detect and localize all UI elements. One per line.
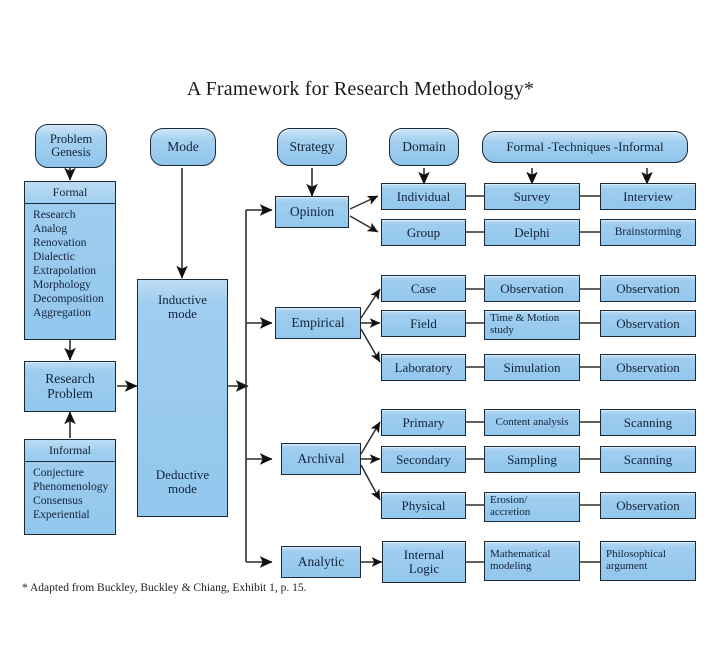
technique-observation-field: Observation <box>600 310 696 337</box>
technique-simulation: Simulation <box>484 354 580 381</box>
domain-primary: Primary <box>381 409 466 436</box>
inductive-line1: Inductive <box>157 292 208 307</box>
technique-mathematical-modeling: Mathematical modeling <box>484 541 580 581</box>
technique-philosophical-line2: argument <box>606 560 648 572</box>
header-mode: Mode <box>150 128 216 166</box>
formal-item: Research <box>33 208 76 221</box>
strategy-empirical: Empirical <box>275 307 361 339</box>
informal-item: Phenomenology <box>33 480 109 494</box>
technique-delphi: Delphi <box>484 219 580 246</box>
deductive-label: Deductive mode <box>138 467 227 497</box>
strategy-archival: Archival <box>281 443 361 475</box>
inductive-label: Inductive mode <box>138 292 227 322</box>
technique-scanning-secondary: Scanning <box>600 446 696 473</box>
formal-genesis-items: Research Analog Renovation Dialectic Ext… <box>25 204 115 339</box>
domain-secondary: Secondary <box>381 446 466 473</box>
header-domain: Domain <box>389 128 459 166</box>
mode-box: Inductive mode Deductive mode <box>137 279 228 517</box>
domain-laboratory: Laboratory <box>381 354 466 381</box>
header-problem-genesis-line1: Problem <box>49 131 93 146</box>
research-problem-line2: Problem <box>47 385 93 401</box>
domain-field: Field <box>381 310 466 337</box>
formal-item: Morphology <box>33 278 91 292</box>
inductive-line2: mode <box>168 306 197 322</box>
domain-physical: Physical <box>381 492 466 519</box>
technique-scanning-primary: Scanning <box>600 409 696 436</box>
research-problem-box: Research Problem <box>24 361 116 412</box>
strategy-opinion: Opinion <box>275 196 349 228</box>
technique-math-line2: modeling <box>490 560 532 572</box>
technique-observation-laboratory: Observation <box>600 354 696 381</box>
domain-individual: Individual <box>381 183 466 210</box>
technique-brainstorming: Brainstorming <box>600 219 696 246</box>
deductive-line2: mode <box>168 481 197 497</box>
formal-genesis-header: Formal <box>25 182 115 204</box>
domain-internal-logic-line1: Internal <box>403 547 445 563</box>
technique-erosion-line2: accretion <box>490 506 531 518</box>
informal-genesis-header: Informal <box>25 440 115 462</box>
header-strategy: Strategy <box>277 128 347 166</box>
formal-item: Analog <box>33 222 68 236</box>
informal-genesis-items: Conjecture Phenomenology Consensus Exper… <box>25 462 115 534</box>
informal-item: Conjecture <box>33 466 84 479</box>
technique-sampling: Sampling <box>484 446 580 473</box>
informal-item: Experiential <box>33 508 90 522</box>
technique-observation-case-informal: Observation <box>600 275 696 302</box>
formal-item: Dialectic <box>33 250 75 264</box>
header-techniques: Formal -Techniques -Informal <box>482 131 688 163</box>
formal-item: Decomposition <box>33 292 104 306</box>
page-title: A Framework for Research Methodology* <box>186 78 535 100</box>
formal-item: Renovation <box>33 236 87 250</box>
footnote: * Adapted from Buckley, Buckley & Chiang… <box>22 582 307 594</box>
technique-erosion-accretion: Erosion/ accretion <box>484 492 580 522</box>
domain-internal-logic: Internal Logic <box>382 541 466 583</box>
technique-time-motion-study: Time & Motion study <box>484 310 580 340</box>
strategy-trunk <box>245 204 273 568</box>
strategy-analytic: Analytic <box>281 546 361 578</box>
technique-interview: Interview <box>600 183 696 210</box>
domain-group: Group <box>381 219 466 246</box>
header-problem-genesis: Problem Genesis <box>35 124 107 168</box>
informal-genesis-box: Informal Conjecture Phenomenology Consen… <box>24 439 116 535</box>
informal-item: Consensus <box>33 494 83 508</box>
formal-item: Aggregation <box>33 306 91 320</box>
technique-time-motion-line2: study <box>490 324 514 336</box>
formal-item: Extrapolation <box>33 264 97 278</box>
research-problem-line1: Research <box>45 371 95 387</box>
technique-content-analysis: Content analysis <box>484 409 580 436</box>
technique-philosophical-argument: Philosophical argument <box>600 541 696 581</box>
technique-survey: Survey <box>484 183 580 210</box>
technique-observation-case: Observation <box>484 275 580 302</box>
domain-case: Case <box>381 275 466 302</box>
deductive-line1: Deductive <box>155 467 210 482</box>
domain-internal-logic-line2: Logic <box>408 561 440 576</box>
formal-genesis-box: Formal Research Analog Renovation Dialec… <box>24 181 116 340</box>
header-problem-genesis-line2: Genesis <box>51 145 91 159</box>
technique-observation-physical: Observation <box>600 492 696 519</box>
